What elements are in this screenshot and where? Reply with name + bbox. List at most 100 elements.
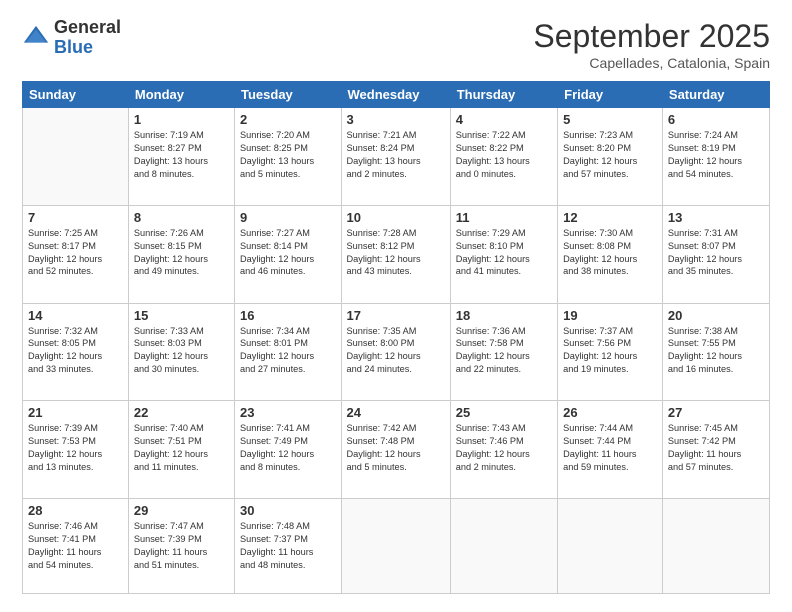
day-info: Sunrise: 7:23 AM Sunset: 8:20 PM Dayligh… [563, 129, 657, 181]
day-number: 20 [668, 308, 764, 323]
day-info: Sunrise: 7:30 AM Sunset: 8:08 PM Dayligh… [563, 227, 657, 279]
day-info: Sunrise: 7:36 AM Sunset: 7:58 PM Dayligh… [456, 325, 552, 377]
day-info: Sunrise: 7:34 AM Sunset: 8:01 PM Dayligh… [240, 325, 336, 377]
day-info: Sunrise: 7:37 AM Sunset: 7:56 PM Dayligh… [563, 325, 657, 377]
col-saturday: Saturday [662, 82, 769, 108]
table-row: 24 Sunrise: 7:42 AM Sunset: 7:48 PM Dayli… [341, 401, 450, 499]
title-block: September 2025 Capellades, Catalonia, Sp… [533, 18, 770, 71]
table-row: 22 Sunrise: 7:40 AM Sunset: 7:51 PM Dayli… [128, 401, 234, 499]
day-number: 4 [456, 112, 552, 127]
day-number: 5 [563, 112, 657, 127]
table-row: 1 Sunrise: 7:19 AM Sunset: 8:27 PM Daylig… [128, 108, 234, 206]
table-row: 13Sunrise: 7:31 AM Sunset: 8:07 PM Dayli… [662, 205, 769, 303]
day-number: 15 [134, 308, 229, 323]
day-info: Sunrise: 7:38 AM Sunset: 7:55 PM Dayligh… [668, 325, 764, 377]
day-info: Sunrise: 7:21 AM Sunset: 8:24 PM Dayligh… [347, 129, 445, 181]
table-row: 28 Sunrise: 7:46 AM Sunset: 7:41 PM Dayli… [23, 499, 129, 594]
day-number: 26 [563, 405, 657, 420]
day-number: 28 [28, 503, 123, 518]
day-number: 16 [240, 308, 336, 323]
logo-icon [22, 24, 50, 52]
table-row: 19Sunrise: 7:37 AM Sunset: 7:56 PM Dayli… [558, 303, 663, 401]
day-number: 29 [134, 503, 229, 518]
table-row: 15 Sunrise: 7:33 AM Sunset: 8:03 PM Dayli… [128, 303, 234, 401]
table-row: 12 Sunrise: 7:30 AM Sunset: 8:08 PM Dayli… [558, 205, 663, 303]
page-header: General Blue September 2025 Capellades, … [22, 18, 770, 71]
day-number: 1 [134, 112, 229, 127]
day-number: 12 [563, 210, 657, 225]
table-row [23, 108, 129, 206]
table-row: 16 Sunrise: 7:34 AM Sunset: 8:01 PM Dayli… [235, 303, 342, 401]
table-row: 27Sunrise: 7:45 AM Sunset: 7:42 PM Dayli… [662, 401, 769, 499]
table-row: 10 Sunrise: 7:28 AM Sunset: 8:12 PM Dayli… [341, 205, 450, 303]
day-number: 22 [134, 405, 229, 420]
table-row: 5 Sunrise: 7:23 AM Sunset: 8:20 PM Daylig… [558, 108, 663, 206]
day-number: 24 [347, 405, 445, 420]
day-info: Sunrise: 7:29 AM Sunset: 8:10 PM Dayligh… [456, 227, 552, 279]
day-number: 14 [28, 308, 123, 323]
day-number: 11 [456, 210, 552, 225]
table-row: 2Sunrise: 7:20 AM Sunset: 8:25 PM Daylig… [235, 108, 342, 206]
table-row: 6 Sunrise: 7:24 AM Sunset: 8:19 PM Daylig… [662, 108, 769, 206]
day-number: 18 [456, 308, 552, 323]
col-friday: Friday [558, 82, 663, 108]
table-row: 8Sunrise: 7:26 AM Sunset: 8:15 PM Daylig… [128, 205, 234, 303]
table-row [341, 499, 450, 594]
day-info: Sunrise: 7:41 AM Sunset: 7:49 PM Dayligh… [240, 422, 336, 474]
table-row: 14 Sunrise: 7:32 AM Sunset: 8:05 PM Dayli… [23, 303, 129, 401]
day-number: 23 [240, 405, 336, 420]
day-number: 10 [347, 210, 445, 225]
day-info: Sunrise: 7:42 AM Sunset: 7:48 PM Dayligh… [347, 422, 445, 474]
table-row [450, 499, 557, 594]
day-info: Sunrise: 7:32 AM Sunset: 8:05 PM Dayligh… [28, 325, 123, 377]
table-row [662, 499, 769, 594]
day-info: Sunrise: 7:44 AM Sunset: 7:44 PM Dayligh… [563, 422, 657, 474]
location-text: Capellades, Catalonia, Spain [533, 55, 770, 71]
day-info: Sunrise: 7:25 AM Sunset: 8:17 PM Dayligh… [28, 227, 123, 279]
table-row [558, 499, 663, 594]
day-info: Sunrise: 7:20 AM Sunset: 8:25 PM Dayligh… [240, 129, 336, 181]
month-title: September 2025 [533, 18, 770, 55]
day-info: Sunrise: 7:33 AM Sunset: 8:03 PM Dayligh… [134, 325, 229, 377]
day-info: Sunrise: 7:24 AM Sunset: 8:19 PM Dayligh… [668, 129, 764, 181]
table-row: 25 Sunrise: 7:43 AM Sunset: 7:46 PM Dayli… [450, 401, 557, 499]
day-number: 30 [240, 503, 336, 518]
table-row: 29 Sunrise: 7:47 AM Sunset: 7:39 PM Dayli… [128, 499, 234, 594]
day-number: 3 [347, 112, 445, 127]
day-number: 6 [668, 112, 764, 127]
day-number: 8 [134, 210, 229, 225]
col-sunday: Sunday [23, 82, 129, 108]
table-row: 20 Sunrise: 7:38 AM Sunset: 7:55 PM Dayli… [662, 303, 769, 401]
col-thursday: Thursday [450, 82, 557, 108]
calendar-header-row: Sunday Monday Tuesday Wednesday Thursday… [23, 82, 770, 108]
table-row: 17Sunrise: 7:35 AM Sunset: 8:00 PM Dayli… [341, 303, 450, 401]
table-row: 7 Sunrise: 7:25 AM Sunset: 8:17 PM Daylig… [23, 205, 129, 303]
day-info: Sunrise: 7:27 AM Sunset: 8:14 PM Dayligh… [240, 227, 336, 279]
logo-general-text: General [54, 18, 121, 38]
table-row: 3 Sunrise: 7:21 AM Sunset: 8:24 PM Daylig… [341, 108, 450, 206]
col-tuesday: Tuesday [235, 82, 342, 108]
table-row: 26 Sunrise: 7:44 AM Sunset: 7:44 PM Dayli… [558, 401, 663, 499]
table-row: 11 Sunrise: 7:29 AM Sunset: 8:10 PM Dayli… [450, 205, 557, 303]
day-info: Sunrise: 7:48 AM Sunset: 7:37 PM Dayligh… [240, 520, 336, 572]
day-number: 21 [28, 405, 123, 420]
day-info: Sunrise: 7:45 AM Sunset: 7:42 PM Dayligh… [668, 422, 764, 474]
logo-blue-text: Blue [54, 38, 121, 58]
day-info: Sunrise: 7:43 AM Sunset: 7:46 PM Dayligh… [456, 422, 552, 474]
day-info: Sunrise: 7:28 AM Sunset: 8:12 PM Dayligh… [347, 227, 445, 279]
table-row: 4 Sunrise: 7:22 AM Sunset: 8:22 PM Daylig… [450, 108, 557, 206]
day-info: Sunrise: 7:22 AM Sunset: 8:22 PM Dayligh… [456, 129, 552, 181]
day-info: Sunrise: 7:39 AM Sunset: 7:53 PM Dayligh… [28, 422, 123, 474]
day-info: Sunrise: 7:47 AM Sunset: 7:39 PM Dayligh… [134, 520, 229, 572]
day-number: 25 [456, 405, 552, 420]
day-number: 9 [240, 210, 336, 225]
day-info: Sunrise: 7:19 AM Sunset: 8:27 PM Dayligh… [134, 129, 229, 181]
table-row: 21 Sunrise: 7:39 AM Sunset: 7:53 PM Dayli… [23, 401, 129, 499]
day-info: Sunrise: 7:46 AM Sunset: 7:41 PM Dayligh… [28, 520, 123, 572]
day-info: Sunrise: 7:40 AM Sunset: 7:51 PM Dayligh… [134, 422, 229, 474]
table-row: 9 Sunrise: 7:27 AM Sunset: 8:14 PM Daylig… [235, 205, 342, 303]
table-row: 23 Sunrise: 7:41 AM Sunset: 7:49 PM Dayli… [235, 401, 342, 499]
day-number: 13 [668, 210, 764, 225]
day-number: 7 [28, 210, 123, 225]
logo: General Blue [22, 18, 121, 58]
